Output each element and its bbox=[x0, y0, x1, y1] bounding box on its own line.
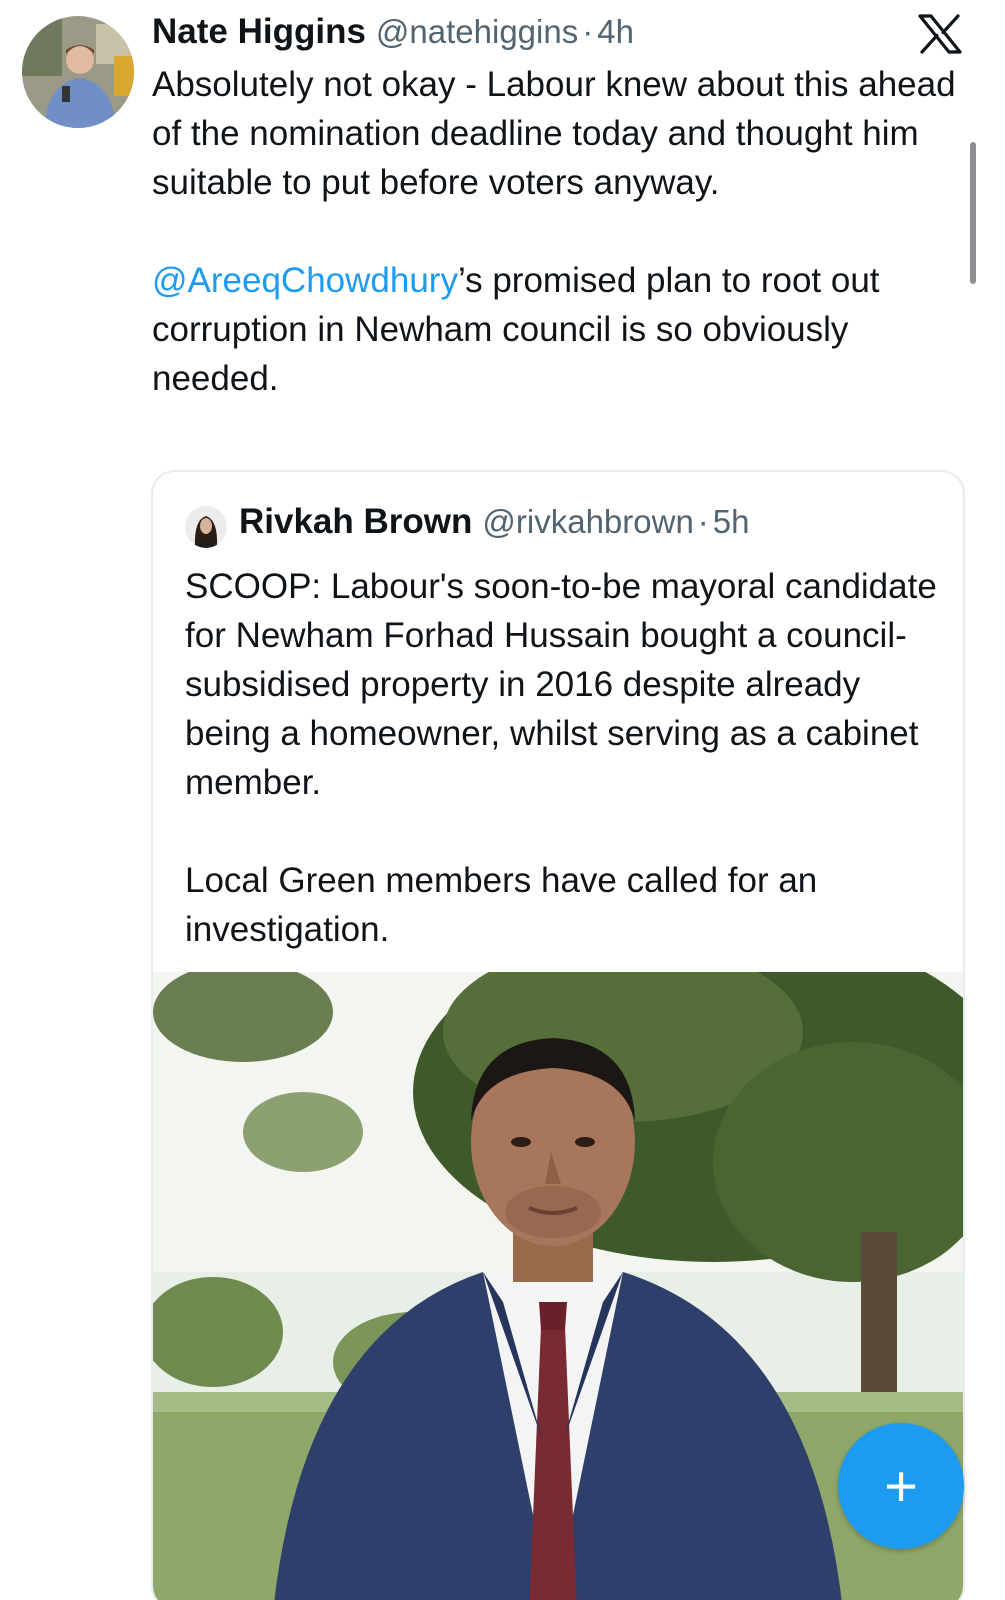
author-avatar[interactable] bbox=[22, 16, 134, 128]
tweet-text: Absolutely not okay - Labour knew about … bbox=[152, 60, 982, 403]
author-avatar-image bbox=[22, 16, 134, 128]
quoted-author-avatar[interactable] bbox=[185, 506, 227, 548]
quoted-paragraph-1: SCOOP: Labour's soon-to-be mayoral candi… bbox=[185, 567, 937, 802]
quoted-tweet-text: SCOOP: Labour's soon-to-be mayoral candi… bbox=[185, 562, 945, 954]
quoted-tweet-header: Rivkah Brown @rivkahbrown · 5h bbox=[239, 502, 750, 542]
quoted-tweet-time[interactable]: 5h bbox=[713, 503, 750, 541]
quoted-author-handle[interactable]: @rivkahbrown bbox=[482, 503, 693, 541]
quoted-author-avatar-image bbox=[185, 506, 227, 548]
tweet-header: Nate Higgins @natehiggins · 4h bbox=[152, 12, 634, 56]
tweet-time[interactable]: 4h bbox=[597, 13, 634, 51]
tweet-paragraph-1: Absolutely not okay - Labour knew about … bbox=[152, 65, 956, 202]
mention-link[interactable]: @AreeqChowdhury bbox=[152, 261, 458, 300]
quoted-paragraph-2: Local Green members have called for an i… bbox=[185, 861, 818, 949]
header-separator: · bbox=[582, 13, 594, 50]
tweet-paragraph-2: @AreeqChowdhury’s promised plan to root … bbox=[152, 256, 982, 403]
plus-icon: + bbox=[884, 1453, 918, 1519]
author-handle[interactable]: @natehiggins bbox=[376, 13, 578, 51]
author-name[interactable]: Nate Higgins bbox=[152, 12, 366, 52]
compose-button[interactable]: + bbox=[838, 1423, 964, 1549]
quoted-author-name[interactable]: Rivkah Brown bbox=[239, 502, 472, 542]
quoted-header-separator: · bbox=[697, 503, 709, 540]
x-logo-icon[interactable] bbox=[918, 14, 962, 54]
quoted-tweet-card[interactable]: Rivkah Brown @rivkahbrown · 5h SCOOP: La… bbox=[151, 470, 965, 1600]
scrollbar-thumb[interactable] bbox=[970, 142, 976, 284]
